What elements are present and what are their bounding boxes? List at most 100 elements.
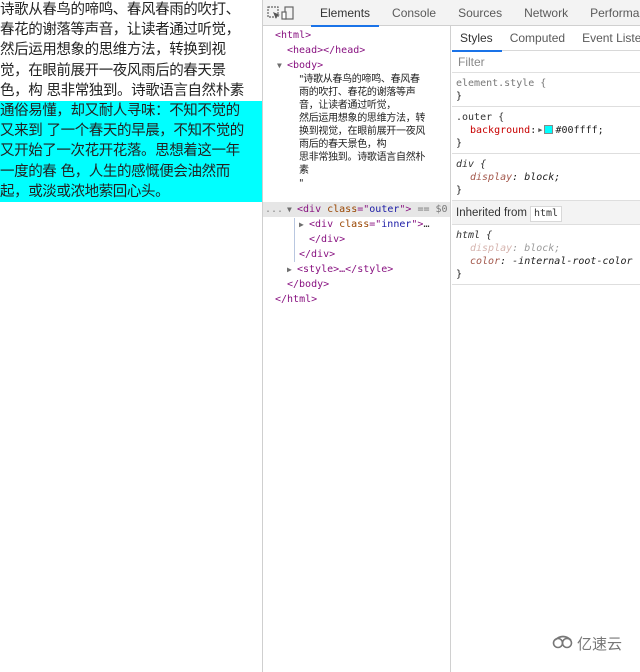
property-value: block; xyxy=(524,243,561,254)
rule-close: } xyxy=(456,91,463,102)
text-line: 又开始了一次花开花落。思想着这一年 xyxy=(0,143,240,160)
tab-network[interactable]: Network xyxy=(513,0,579,26)
text-node-line: 雨的吹打、春花的谢落等声 xyxy=(299,87,416,98)
rule-html[interactable]: html { display: block; color: -internal-… xyxy=(452,225,640,285)
node-style[interactable]: ▶ <style>…</style> xyxy=(287,262,393,277)
tab-sources[interactable]: Sources xyxy=(447,0,513,26)
tab-styles[interactable]: Styles xyxy=(452,26,502,52)
text-node-line: 然后运用想象的思维方法，转 xyxy=(299,113,426,124)
rule-div[interactable]: div { display: block; } xyxy=(452,154,640,201)
declaration-display: display: block; xyxy=(470,172,561,183)
node-div-close[interactable]: </div> xyxy=(309,232,345,247)
tag-text: <body> xyxy=(287,60,324,71)
attr-value: outer xyxy=(369,204,400,215)
inspect-element-icon[interactable] xyxy=(267,0,281,26)
text-line: 觉，在眼前展开一夜风雨后的春天景 xyxy=(0,62,226,79)
text-node-line: "诗歌从春鸟的啼鸣、春风春 xyxy=(299,74,420,85)
tag-text: </html> xyxy=(275,294,318,305)
text-node-line: 思非常独到。诗歌语言自然朴 xyxy=(299,152,426,163)
expand-triangle-icon[interactable]: ▶ xyxy=(287,262,297,277)
expand-triangle-icon[interactable]: ▼ xyxy=(277,58,287,73)
text-node[interactable]: "诗歌从春鸟的啼鸣、春风春 雨的吹打、春花的谢落等声 音，让读者通过听觉， 然后… xyxy=(299,73,449,190)
rule-close: } xyxy=(456,269,463,280)
tag-text: </div> xyxy=(299,249,336,260)
property-name: display xyxy=(470,172,513,183)
tree-guide-line xyxy=(294,218,295,262)
tag-text: <head></head> xyxy=(287,45,366,56)
declaration-color: color: -internal-root-color xyxy=(470,256,633,267)
expand-triangle-icon[interactable]: ▶ xyxy=(299,217,309,232)
node-body-open[interactable]: ▼ <body> xyxy=(277,58,323,73)
color-swatch-icon[interactable] xyxy=(544,125,554,134)
body-text: 诗歌从春鸟的啼鸣、春风春雨的吹打、 春花的谢落等声音，让读者通过听觉， 然后运用… xyxy=(0,0,262,101)
node-html-open[interactable]: <html> xyxy=(275,28,311,43)
styles-tabs: Styles Computed Event Listene xyxy=(452,26,640,52)
tag-text: <style>…</style> xyxy=(297,264,394,275)
property-value: -internal-root-color xyxy=(512,256,633,267)
declaration-display: display: block; xyxy=(470,243,561,254)
inherited-header: Inherited from html xyxy=(452,201,640,225)
inherited-source-link[interactable]: html xyxy=(529,206,563,222)
rule-selector: html { xyxy=(456,230,493,241)
text-line: 一度的春 色，人生的感慨便会油然而 xyxy=(0,163,230,180)
property-name: display xyxy=(470,243,513,254)
declaration-background[interactable]: background: ▶ #00ffff; xyxy=(456,124,634,137)
collapsed-ellipsis: … xyxy=(423,219,430,230)
rule-selector: div { xyxy=(456,159,487,170)
text-line: 春花的谢落等声音，让读者通过听觉， xyxy=(0,22,240,39)
node-outer-div[interactable]: ▼ <div class="outer"> == $0 xyxy=(287,202,448,217)
node-div-close[interactable]: </div> xyxy=(299,247,335,262)
tab-console[interactable]: Console xyxy=(381,0,447,26)
tab-performance[interactable]: Performa xyxy=(579,0,640,26)
text-line: 通俗易懂，却又耐人寻味：不知不觉的 xyxy=(0,102,240,119)
devtools-toolbar: Elements Console Sources Network Perform… xyxy=(263,0,640,27)
expand-arrow-icon[interactable]: ▶ xyxy=(538,124,542,137)
collapse-triangle-icon[interactable]: ▼ xyxy=(287,202,297,217)
text-node-line: " xyxy=(299,178,304,189)
tag-name: div xyxy=(303,204,322,215)
rule-outer[interactable]: .outer { background: ▶ #00ffff; } xyxy=(452,107,640,154)
styles-filter-input[interactable]: Filter xyxy=(452,51,640,73)
cloud-logo-icon xyxy=(552,635,574,653)
property-value: block; xyxy=(524,172,561,183)
attr-name: class xyxy=(327,204,358,215)
tag-text: </div> xyxy=(309,234,346,245)
styles-pane: Styles Computed Event Listene Filter ele… xyxy=(452,26,640,672)
rule-selector: element.style { xyxy=(456,78,547,89)
watermark: 亿速云 xyxy=(545,623,628,664)
rule-element-style[interactable]: element.style { } xyxy=(452,73,640,107)
page-preview: 诗歌从春鸟的啼鸣、春风春雨的吹打、 春花的谢落等声音，让读者通过听觉， 然后运用… xyxy=(0,0,263,672)
watermark-text: 亿速云 xyxy=(576,635,622,653)
tab-elements[interactable]: Elements xyxy=(309,0,381,27)
tab-event-listeners[interactable]: Event Listene xyxy=(574,26,640,51)
node-actions-ellipsis[interactable]: ... xyxy=(265,202,283,217)
property-name: color xyxy=(470,256,501,267)
text-line: 然后运用想象的思维方法，转换到视 xyxy=(0,42,226,59)
text-node-line: 雨后的春天景色，构 xyxy=(299,139,387,150)
text-node-line: 换到视觉，在眼前展开一夜风 xyxy=(299,126,426,137)
device-toolbar-icon[interactable] xyxy=(281,0,295,26)
tag-text: <html> xyxy=(275,30,312,41)
elements-tree: <html> <head></head> ▼ <body> "诗歌从春鸟的啼鸣、春… xyxy=(263,26,451,672)
property-value: #00ffff; xyxy=(555,125,604,136)
text-line: 诗歌从春鸟的啼鸣、春风春雨的吹打、 xyxy=(0,2,240,18)
tab-computed[interactable]: Computed xyxy=(502,26,574,51)
tag-text: </body> xyxy=(287,279,330,290)
rule-close: } xyxy=(456,138,463,149)
node-html-close[interactable]: </html> xyxy=(275,292,317,307)
text-line: 起，或淡或浓地萦回心头。 xyxy=(0,183,170,200)
inherited-label: Inherited from xyxy=(456,207,527,219)
text-line: 色，构 思非常独到。诗歌语言自然朴素 xyxy=(0,82,244,99)
node-inner-div[interactable]: ▶ <div class="inner">… xyxy=(299,217,429,232)
property-name: background xyxy=(470,125,531,136)
text-node-line: 音，让读者通过听觉， xyxy=(299,100,396,111)
attr-value: inner xyxy=(381,219,412,230)
node-body-close[interactable]: </body> xyxy=(287,277,329,292)
tag-name: div xyxy=(315,219,334,230)
node-head[interactable]: <head></head> xyxy=(287,43,365,58)
selected-marker: == $0 xyxy=(411,204,448,215)
rule-close: } xyxy=(456,185,463,196)
outer-div[interactable]: 通俗易懂，却又耐人寻味：不知不觉的 又来到 了一个春天的早晨，不知不觉的 又开始… xyxy=(0,100,262,202)
text-node-line: 素 xyxy=(299,165,309,176)
text-line: 又来到 了一个春天的早晨，不知不觉的 xyxy=(0,123,244,140)
